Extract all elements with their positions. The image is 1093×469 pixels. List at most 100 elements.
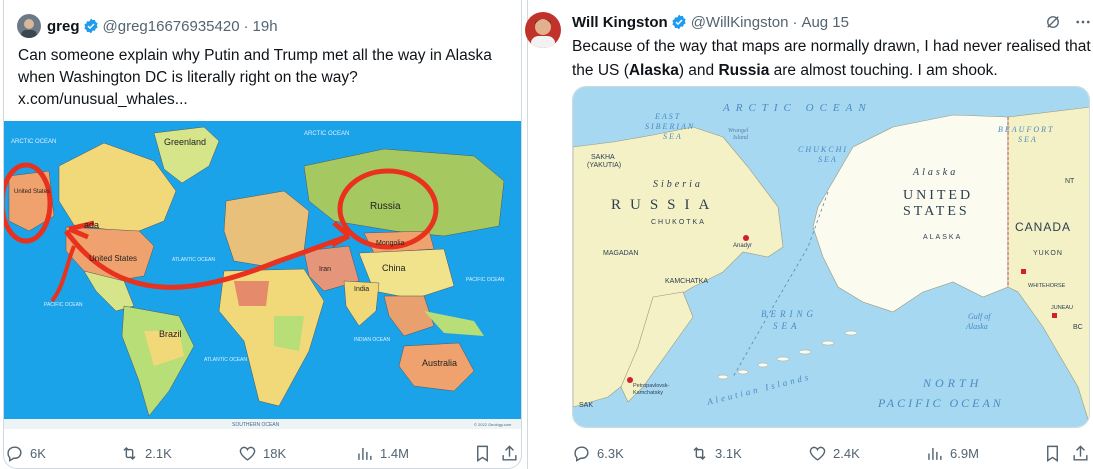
map-label: NORTH bbox=[922, 376, 982, 390]
map-label: SIBERIAN bbox=[645, 122, 695, 131]
more-options-icon[interactable] bbox=[1074, 13, 1092, 31]
like-button[interactable]: 2.4K bbox=[808, 444, 860, 463]
share-icon bbox=[502, 445, 517, 461]
map-label: CANADA bbox=[1015, 220, 1071, 234]
map-label: SEA bbox=[1018, 135, 1038, 144]
map-label: YUKON bbox=[1033, 250, 1063, 257]
author-name[interactable]: Will Kingston bbox=[572, 14, 668, 31]
text-part: are almost touching. I am shook. bbox=[769, 62, 998, 79]
map-label: Island bbox=[732, 135, 749, 141]
map-label: Mongolia bbox=[376, 240, 405, 247]
map-label: ALASKA bbox=[923, 234, 962, 241]
map-label: Petropavlovsk- bbox=[633, 383, 670, 389]
separator-dot: · bbox=[243, 17, 249, 35]
map-label: United States bbox=[89, 254, 137, 263]
text-part: ) and bbox=[678, 62, 719, 79]
map-label: Kamchatsky bbox=[633, 390, 663, 396]
text-part: the US ( bbox=[572, 62, 629, 79]
map-label: SEA bbox=[663, 132, 683, 141]
heart-icon bbox=[809, 446, 826, 461]
author-handle[interactable]: @WillKingston bbox=[691, 14, 789, 31]
map-label: India bbox=[354, 286, 369, 293]
views-button[interactable]: 6.9M bbox=[925, 444, 979, 463]
map-label: Iran bbox=[319, 266, 331, 273]
map-label: ARCTIC OCEAN bbox=[11, 139, 56, 145]
tweet-date[interactable]: Aug 15 bbox=[801, 14, 849, 31]
like-count: 18K bbox=[263, 446, 287, 461]
map-label: Wrangel bbox=[728, 128, 749, 134]
separator-dot: · bbox=[792, 13, 798, 31]
map-label: SOUTHERN OCEAN bbox=[232, 422, 280, 428]
quoted-text-link[interactable]: x.com/unusual_whales... bbox=[18, 89, 510, 111]
map-label: PACIFIC OCEAN bbox=[877, 396, 1004, 410]
map-label: United States bbox=[14, 189, 50, 195]
map-label: STATES bbox=[903, 204, 970, 219]
share-icon bbox=[1073, 445, 1088, 461]
reply-icon bbox=[7, 446, 22, 462]
reply-count: 6.3K bbox=[597, 446, 624, 461]
map-label: RUSSIA bbox=[611, 197, 718, 213]
map-label: KAMCHATKA bbox=[665, 278, 708, 285]
reply-icon bbox=[574, 446, 589, 462]
repost-button[interactable]: 3.1K bbox=[690, 444, 742, 463]
map-label: Siberia bbox=[653, 179, 703, 190]
text-bold-alaska: Alaska bbox=[628, 62, 679, 79]
map-label: Greenland bbox=[164, 137, 206, 147]
map-label: UNITED bbox=[903, 188, 973, 203]
verified-badge-icon bbox=[671, 14, 687, 30]
map-label: BC bbox=[1073, 324, 1083, 331]
map-label: NT bbox=[1065, 178, 1075, 185]
map-label: INDIAN OCEAN bbox=[354, 337, 391, 343]
repost-count: 3.1K bbox=[715, 446, 742, 461]
map-label: WHITEHORSE bbox=[1028, 283, 1066, 289]
reply-count: 6K bbox=[30, 446, 46, 461]
views-button[interactable]: 1.4M bbox=[355, 444, 409, 463]
bookmark-button[interactable] bbox=[1043, 444, 1062, 463]
bookmark-icon bbox=[477, 445, 488, 462]
reply-button[interactable]: 6.3K bbox=[572, 444, 624, 463]
map-label: Anadyr bbox=[733, 243, 752, 249]
map-label: Australia bbox=[422, 358, 457, 368]
greg-avatar[interactable] bbox=[17, 14, 41, 38]
repost-icon bbox=[123, 446, 136, 461]
map-label: MAGADAN bbox=[603, 250, 638, 257]
quoted-author-handle[interactable]: @greg16676935420 bbox=[103, 18, 240, 35]
like-button[interactable]: 18K bbox=[238, 444, 286, 463]
map-label: JUNEAU bbox=[1051, 305, 1073, 311]
views-chart-icon bbox=[358, 447, 372, 460]
quoted-tweet-time[interactable]: 19h bbox=[253, 18, 278, 35]
bering-strait-map-image[interactable]: ARCTIC OCEAN EAST SIBERIAN SEA CHUKCHI S… bbox=[572, 86, 1090, 428]
heart-icon bbox=[239, 446, 256, 461]
map-label: SEA bbox=[773, 321, 801, 331]
map-label: China bbox=[382, 263, 406, 273]
map-label: Russia bbox=[370, 201, 401, 212]
map-label: Alaska bbox=[912, 167, 958, 178]
map-label: ARCTIC OCEAN bbox=[304, 131, 349, 137]
repost-icon bbox=[693, 446, 706, 461]
map-label: BEAUFORT bbox=[998, 125, 1054, 134]
quoted-author-name[interactable]: greg bbox=[47, 18, 80, 35]
share-button[interactable] bbox=[1071, 444, 1090, 463]
verified-badge-icon bbox=[83, 18, 99, 34]
tweet-text: Because of the way that maps are normall… bbox=[572, 35, 1091, 83]
map-label: ATLANTIC OCEAN bbox=[172, 257, 215, 263]
grok-icon[interactable] bbox=[1044, 13, 1062, 31]
map-copyright: © 2022 Geology.com bbox=[474, 422, 512, 427]
map-label: CHUKCHI bbox=[798, 145, 848, 154]
tweet-text-line: the US (Alaska) and Russia are almost to… bbox=[572, 59, 1077, 83]
repost-count: 2.1K bbox=[145, 446, 172, 461]
map-label: Brazil bbox=[159, 329, 182, 339]
reply-button[interactable]: 6K bbox=[5, 444, 46, 463]
map-label: BERING bbox=[761, 309, 817, 319]
tweet-top-actions bbox=[1044, 13, 1092, 31]
like-count: 2.4K bbox=[833, 446, 860, 461]
world-map-image[interactable]: ARCTIC OCEAN ARCTIC OCEAN Greenland Unit… bbox=[4, 121, 521, 429]
map-label: SAKHA bbox=[591, 154, 615, 161]
will-kingston-avatar[interactable] bbox=[525, 12, 561, 48]
share-button[interactable] bbox=[500, 444, 519, 463]
map-label: PACIFIC OCEAN bbox=[44, 302, 83, 308]
map-label: ada bbox=[84, 220, 99, 230]
quoted-tweet-text: Can someone explain why Putin and Trump … bbox=[18, 45, 510, 111]
repost-button[interactable]: 2.1K bbox=[120, 444, 172, 463]
bookmark-button[interactable] bbox=[473, 444, 492, 463]
